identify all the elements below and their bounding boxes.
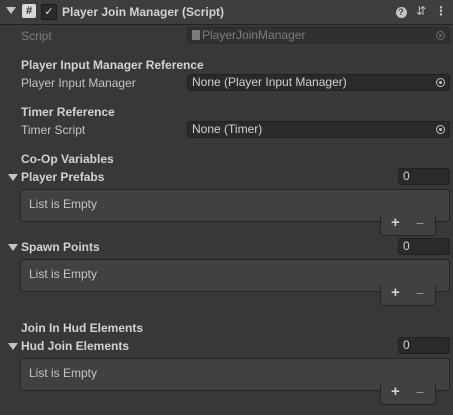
player-prefabs-empty-text: List is Empty [29,197,98,211]
script-field: PlayerJoinManager [187,27,450,44]
player-prefabs-remove-button[interactable]: − [416,215,424,231]
hud-join-elements-list-footer: + − [380,383,436,405]
player-prefabs-size-field[interactable]: 0 [398,168,450,185]
hud-join-elements-foldout-arrow[interactable] [8,343,18,350]
script-label: Script [21,29,52,43]
coop-heading: Co-Op Variables [21,152,114,166]
timer-script-label: Timer Script [21,123,86,137]
component-enabled-checkbox[interactable]: ✓ [41,4,57,20]
player-input-label: Player Input Manager [21,76,136,90]
component-title: Player Join Manager (Script) [62,5,225,19]
player-input-field-value: None (Player Input Manager) [192,75,347,89]
hud-join-elements-add-button[interactable]: + [391,383,400,400]
timer-script-field[interactable]: None (Timer) [187,121,450,138]
object-picker-icon [436,31,445,40]
player-prefabs-label[interactable]: Player Prefabs [21,170,104,184]
hud-heading: Join In Hud Elements [21,321,144,335]
object-picker-icon[interactable] [436,78,445,87]
script-icon: # [22,4,36,18]
script-field-value: PlayerJoinManager [202,28,306,42]
player-input-field[interactable]: None (Player Input Manager) [187,74,450,91]
hud-join-elements-remove-button[interactable]: − [416,384,424,400]
context-menu-icon[interactable]: ⋮ [433,3,449,19]
spawn-points-remove-button[interactable]: − [416,285,424,301]
spawn-points-add-button[interactable]: + [391,284,400,301]
presets-icon[interactable]: ⇵ [413,3,429,19]
spawn-points-empty-text: List is Empty [29,267,98,281]
player-prefabs-add-button[interactable]: + [391,214,400,231]
timer-script-field-value: None (Timer) [192,122,263,136]
player-prefabs-list-footer: + − [380,214,436,236]
help-icon[interactable]: ? [393,3,409,19]
spawn-points-size-field[interactable]: 0 [398,238,450,255]
hud-join-elements-empty-text: List is Empty [29,366,98,380]
object-picker-icon[interactable] [436,125,445,134]
spawn-points-label[interactable]: Spawn Points [21,240,100,254]
spawn-points-foldout-arrow[interactable] [8,244,18,251]
script-file-icon [192,30,200,40]
player-prefabs-foldout-arrow[interactable] [8,174,18,181]
timer-heading: Timer Reference [21,105,115,119]
spawn-points-list-footer: + − [380,284,436,306]
player-input-heading: Player Input Manager Reference [21,58,204,72]
hud-join-elements-label[interactable]: Hud Join Elements [21,339,129,353]
component-foldout-arrow[interactable] [6,7,16,14]
hud-join-elements-size-field[interactable]: 0 [398,337,450,354]
